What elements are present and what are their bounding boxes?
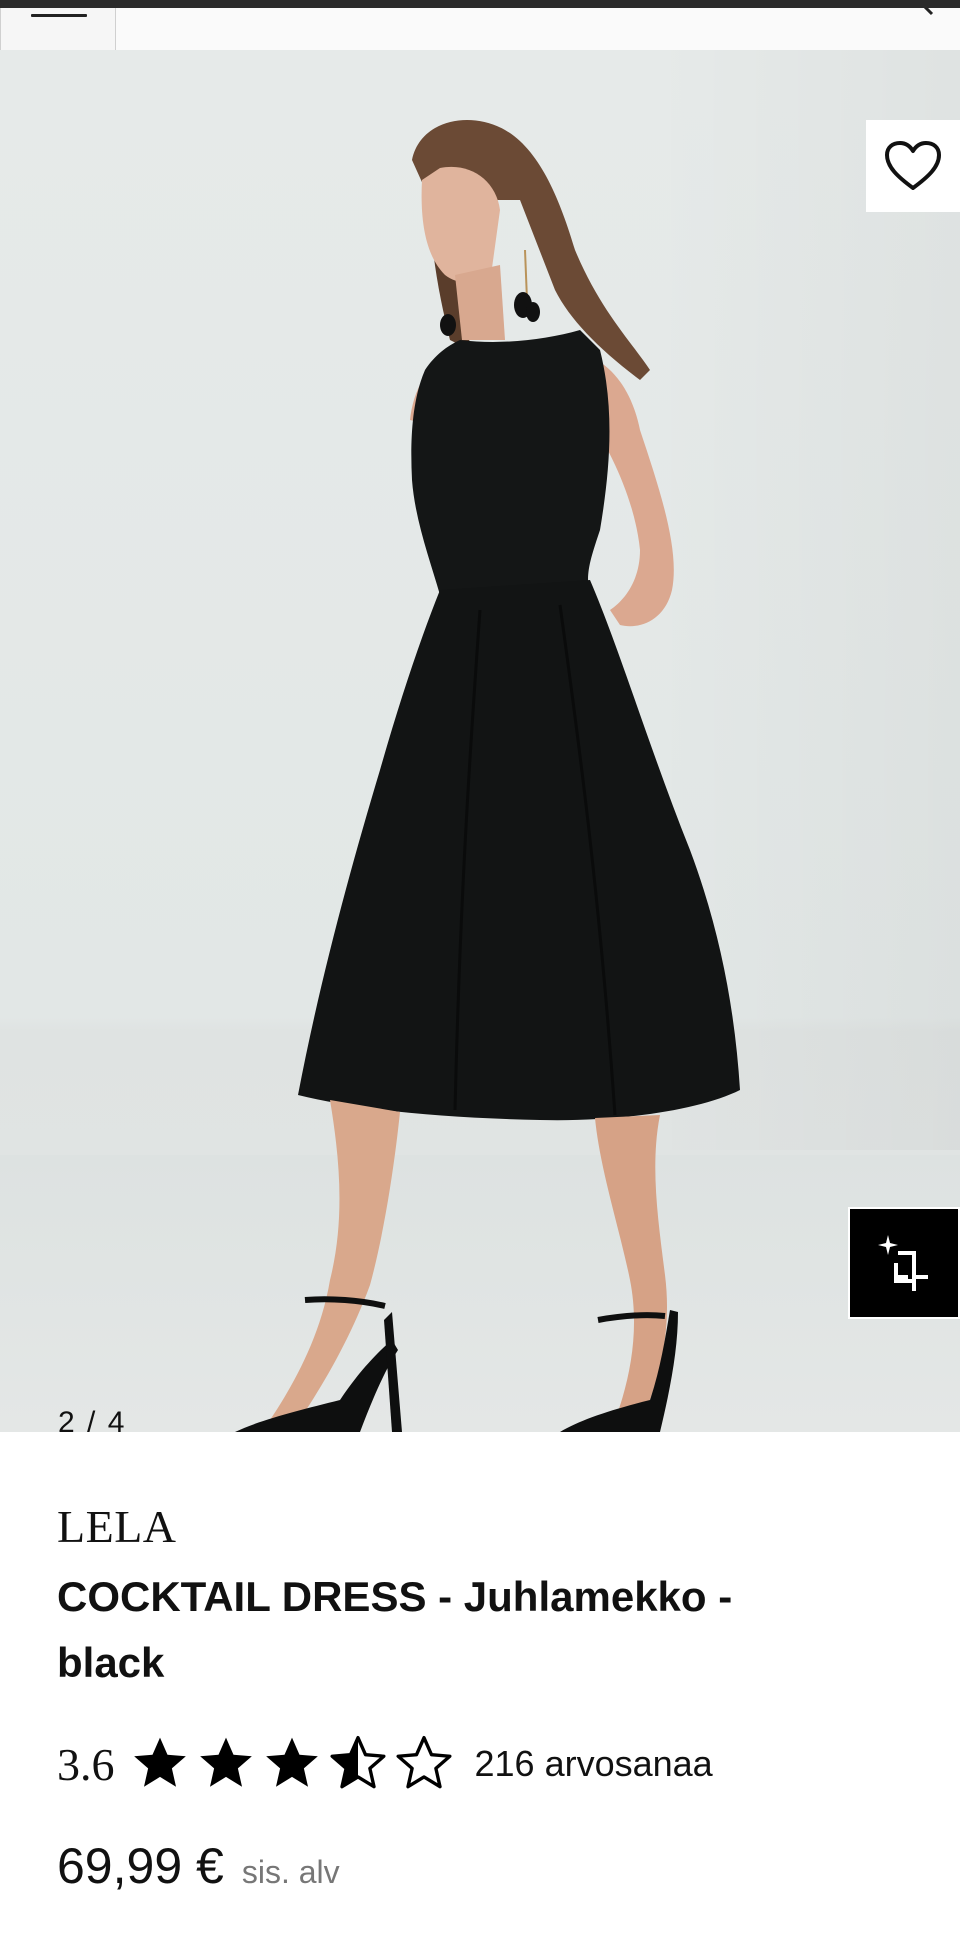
status-strip bbox=[0, 0, 960, 8]
image-counter: 2 / 4 bbox=[58, 1406, 127, 1432]
brand-name[interactable]: LELA bbox=[57, 1500, 177, 1553]
product-image-gallery[interactable]: 2 / 4 bbox=[0, 50, 960, 1432]
rating-value: 3.6 bbox=[57, 1738, 115, 1790]
review-count[interactable]: 216 arvosanaa bbox=[475, 1743, 713, 1785]
chevron-icon[interactable] bbox=[918, 8, 938, 22]
heart-icon bbox=[885, 141, 941, 190]
star-full-icon bbox=[133, 1737, 186, 1787]
header-bar bbox=[0, 8, 960, 50]
star-empty-icon bbox=[395, 1735, 452, 1789]
wishlist-button[interactable] bbox=[866, 120, 960, 212]
hamburger-icon bbox=[31, 14, 87, 17]
star-full-icon bbox=[265, 1737, 318, 1787]
star-half-icon bbox=[329, 1735, 386, 1789]
product-photo bbox=[235, 120, 740, 1432]
menu-button[interactable] bbox=[0, 8, 116, 50]
product-title: COCKTAIL DRESS - Juhlamekko - black bbox=[57, 1573, 733, 1686]
price: 69,99 € bbox=[57, 1838, 224, 1894]
star-full-icon bbox=[199, 1737, 252, 1787]
zoom-button[interactable] bbox=[848, 1207, 960, 1319]
rating-row[interactable]: 3.6 216 arvosanaa bbox=[57, 1732, 713, 1796]
search-field[interactable] bbox=[116, 8, 960, 50]
sparkle-crop-icon bbox=[878, 1235, 928, 1291]
vat-note: sis. alv bbox=[241, 1854, 340, 1890]
star-rating bbox=[129, 1733, 459, 1795]
price-row: 69,99 € sis. alv bbox=[57, 1837, 340, 1895]
